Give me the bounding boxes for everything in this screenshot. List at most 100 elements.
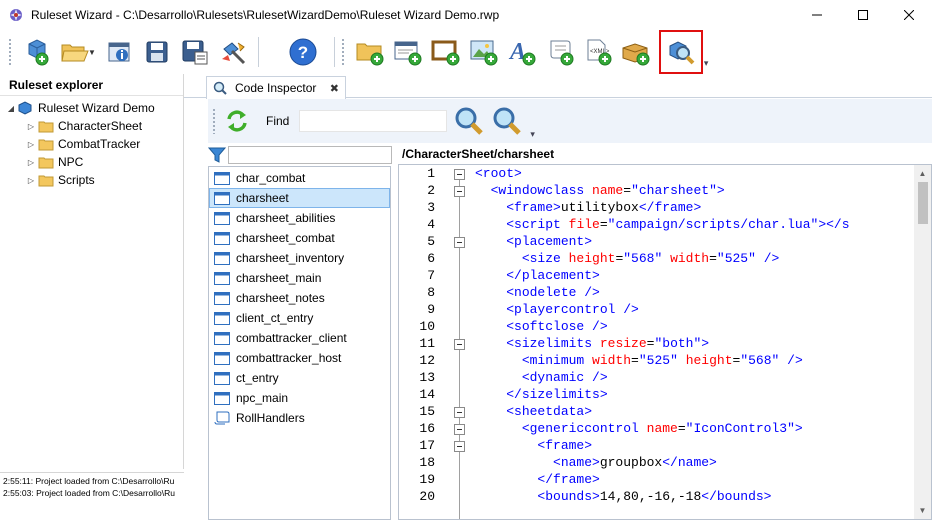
file-list-item-label: RollHandlers (236, 411, 305, 425)
minimize-button[interactable] (794, 0, 840, 30)
main-toolbar: ▼ ? A <XML> ▾ (0, 30, 932, 74)
new-xml-button[interactable]: <XML> (580, 34, 616, 70)
file-list-item-label: charsheet_combat (236, 231, 335, 245)
code-line: <name>groupbox</name> (553, 455, 717, 470)
line-number: 8 (427, 285, 435, 300)
fold-toggle-icon[interactable] (454, 407, 465, 418)
file-list-item[interactable]: client_ct_entry (209, 308, 390, 328)
line-number: 4 (427, 217, 435, 232)
file-list-item[interactable]: combattracker_host (209, 348, 390, 368)
tree-folder-scripts[interactable]: ▷ Scripts (0, 171, 183, 189)
find-input[interactable] (299, 110, 448, 132)
new-script-icon (550, 40, 574, 66)
line-number: 6 (427, 251, 435, 266)
open-project-button[interactable] (57, 34, 93, 70)
code-inspector-button[interactable] (658, 30, 703, 74)
build-tools-button[interactable] (215, 34, 251, 70)
tree-folder-charactersheet[interactable]: ▷ CharacterSheet (0, 117, 183, 135)
find-all-button[interactable] (489, 103, 525, 139)
new-package-button[interactable] (618, 34, 654, 70)
project-properties-button[interactable] (101, 34, 137, 70)
scroll-down-arrow-icon[interactable]: ▼ (914, 502, 931, 519)
line-number: 14 (419, 387, 435, 402)
file-list-item[interactable]: char_combat (209, 168, 390, 188)
file-list-item[interactable]: ct_entry (209, 368, 390, 388)
new-frame-button[interactable] (428, 34, 464, 70)
code-line: <softclose /> (506, 319, 608, 334)
file-list-item[interactable]: combattracker_client (209, 328, 390, 348)
vertical-scrollbar[interactable]: ▲ ▼ (914, 165, 931, 519)
tree-root[interactable]: ◢ Ruleset Wizard Demo (0, 99, 183, 117)
tree-folder-label: Scripts (58, 173, 95, 187)
tab-close-icon[interactable]: ✖ (330, 82, 339, 95)
toolbar-overflow-icon[interactable]: ▾ (704, 58, 709, 69)
filter-input[interactable] (228, 146, 392, 164)
file-list-item-label: charsheet_notes (236, 291, 325, 305)
tab-label: Code Inspector (235, 81, 317, 95)
code-editor[interactable]: 1 2 3 4 5 6 7 8 9 10 11 12 13 14 15 16 17 18 19 20 <root> <… (398, 164, 932, 520)
file-list-item[interactable]: charsheet_notes (209, 288, 390, 308)
window-class-icon (214, 351, 230, 365)
file-list-item[interactable]: charsheet_combat (209, 228, 390, 248)
code-line: <placement> (506, 234, 593, 249)
scroll-thumb[interactable] (918, 182, 928, 224)
fold-toggle-icon[interactable] (454, 237, 465, 248)
find-next-button[interactable] (451, 103, 487, 139)
tree-folder-label: CharacterSheet (58, 119, 143, 133)
code-line: <size height="568" width="525" /> (521, 251, 780, 266)
fold-toggle-icon[interactable] (454, 169, 465, 180)
expand-arrow-icon[interactable]: ▷ (24, 122, 38, 131)
line-number: 18 (419, 455, 435, 470)
find-label: Find (266, 114, 290, 128)
tree-folder-label: CombatTracker (58, 137, 141, 151)
filter-funnel-icon (208, 147, 226, 163)
folder-icon (38, 157, 54, 168)
inspector-toolbar: Find ▾ (208, 99, 932, 143)
toolbar-grip[interactable] (340, 38, 345, 66)
help-button[interactable]: ? (285, 34, 321, 70)
file-list-item[interactable]: RollHandlers (209, 408, 390, 428)
maximize-button[interactable] (840, 0, 886, 30)
save-icon (146, 41, 168, 63)
title-bar: Ruleset Wizard - C:\Desarrollo\Rulesets\… (0, 0, 932, 30)
open-project-icon (61, 44, 89, 62)
tab-code-inspector[interactable]: Code Inspector ✖ (206, 76, 346, 99)
toolbar-grip[interactable] (8, 38, 12, 66)
expand-arrow-icon[interactable]: ▷ (24, 176, 38, 185)
fold-toggle-icon[interactable] (454, 186, 465, 197)
tree-folder-npc[interactable]: ▷ NPC (0, 153, 183, 171)
new-font-button[interactable]: A (504, 34, 540, 70)
file-list-item[interactable]: npc_main (209, 388, 390, 408)
code-text[interactable]: <root> <windowclass name="charsheet"> <f… (475, 165, 907, 519)
collapse-arrow-icon[interactable]: ◢ (4, 104, 18, 113)
line-number: 13 (419, 370, 435, 385)
tree-folder-combattracker[interactable]: ▷ CombatTracker (0, 135, 183, 153)
refresh-button[interactable] (223, 107, 251, 135)
save-as-button[interactable] (177, 34, 213, 70)
fold-toggle-icon[interactable] (454, 339, 465, 350)
line-number: 7 (427, 268, 435, 283)
expand-arrow-icon[interactable]: ▷ (24, 158, 38, 167)
app-logo-icon (10, 9, 22, 21)
toolbar-grip[interactable] (212, 108, 216, 134)
file-list-item[interactable]: charsheet (209, 188, 390, 208)
new-window-class-button[interactable] (390, 34, 426, 70)
close-icon (904, 10, 914, 20)
fold-toggle-icon[interactable] (454, 441, 465, 452)
scroll-up-arrow-icon[interactable]: ▲ (914, 165, 931, 182)
window-class-icon (214, 231, 230, 245)
new-folder-button[interactable] (352, 34, 388, 70)
save-button[interactable] (139, 34, 175, 70)
close-window-button[interactable] (886, 0, 932, 30)
file-list-item[interactable]: charsheet_main (209, 268, 390, 288)
new-project-button[interactable] (19, 34, 55, 70)
toolbar-overflow-icon[interactable]: ▾ (530, 129, 535, 140)
help-icon: ? (289, 38, 317, 66)
file-list-item[interactable]: charsheet_abilities (209, 208, 390, 228)
project-properties-icon (108, 42, 130, 62)
file-list-item[interactable]: charsheet_inventory (209, 248, 390, 268)
fold-toggle-icon[interactable] (454, 424, 465, 435)
new-image-button[interactable] (466, 34, 502, 70)
new-script-button[interactable] (542, 34, 578, 70)
expand-arrow-icon[interactable]: ▷ (24, 140, 38, 149)
